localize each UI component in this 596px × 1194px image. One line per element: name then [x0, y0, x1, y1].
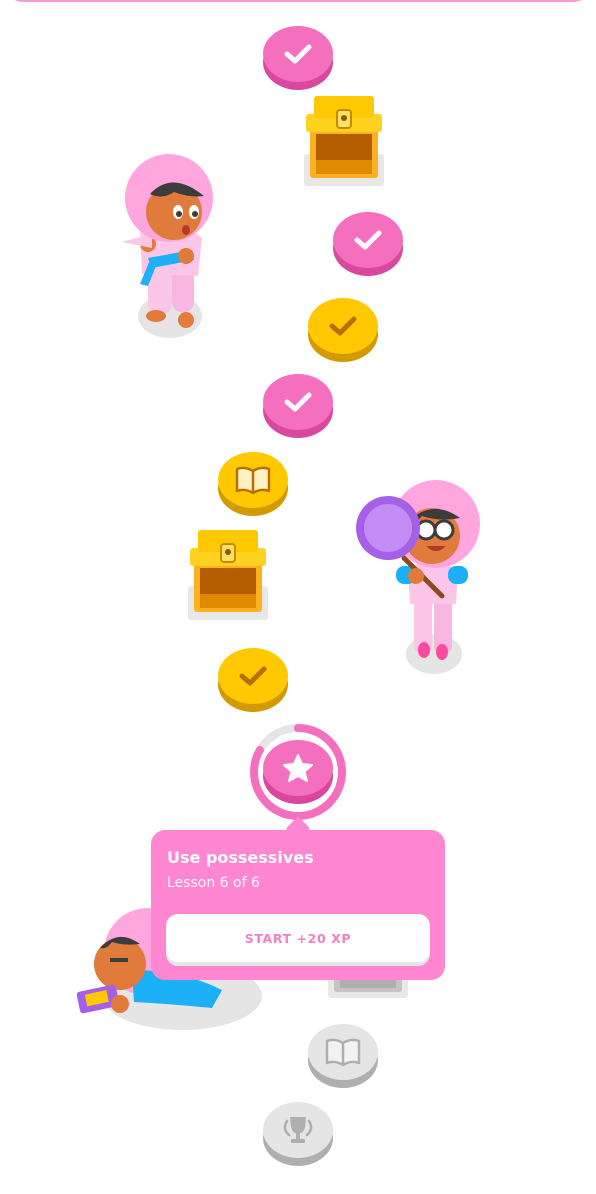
book-icon [325, 1038, 361, 1067]
lesson-node-completed[interactable] [263, 374, 333, 438]
check-icon [354, 230, 382, 250]
character-karate [112, 150, 222, 340]
treasure-chest[interactable] [188, 530, 268, 622]
story-node-legendary[interactable] [218, 452, 288, 516]
check-icon [329, 316, 357, 336]
star-icon [283, 754, 313, 782]
lesson-node-active[interactable] [263, 740, 333, 804]
story-node-locked[interactable] [308, 1024, 378, 1088]
check-icon [284, 44, 312, 64]
character-lollipop [352, 478, 484, 678]
lesson-node-completed[interactable] [333, 212, 403, 276]
trophy-icon [283, 1117, 313, 1143]
treasure-chest[interactable] [304, 96, 384, 188]
popup-subtitle: Lesson 6 of 6 [167, 875, 260, 891]
book-icon [235, 466, 271, 495]
start-lesson-button[interactable]: START +20 XP [166, 914, 430, 962]
lesson-node-completed[interactable] [263, 26, 333, 90]
lesson-node-legendary[interactable] [308, 298, 378, 362]
lesson-popup: Use possessives Lesson 6 of 6 START +20 … [151, 830, 445, 980]
check-icon [284, 392, 312, 412]
top-unit-banner-edge [8, 0, 588, 2]
treasure-chest-icon [304, 96, 384, 186]
lesson-node-legendary[interactable] [218, 648, 288, 712]
check-icon [239, 666, 267, 686]
popup-title: Use possessives [167, 848, 314, 867]
trophy-node-locked[interactable] [263, 1102, 333, 1166]
treasure-chest-icon [188, 530, 268, 620]
